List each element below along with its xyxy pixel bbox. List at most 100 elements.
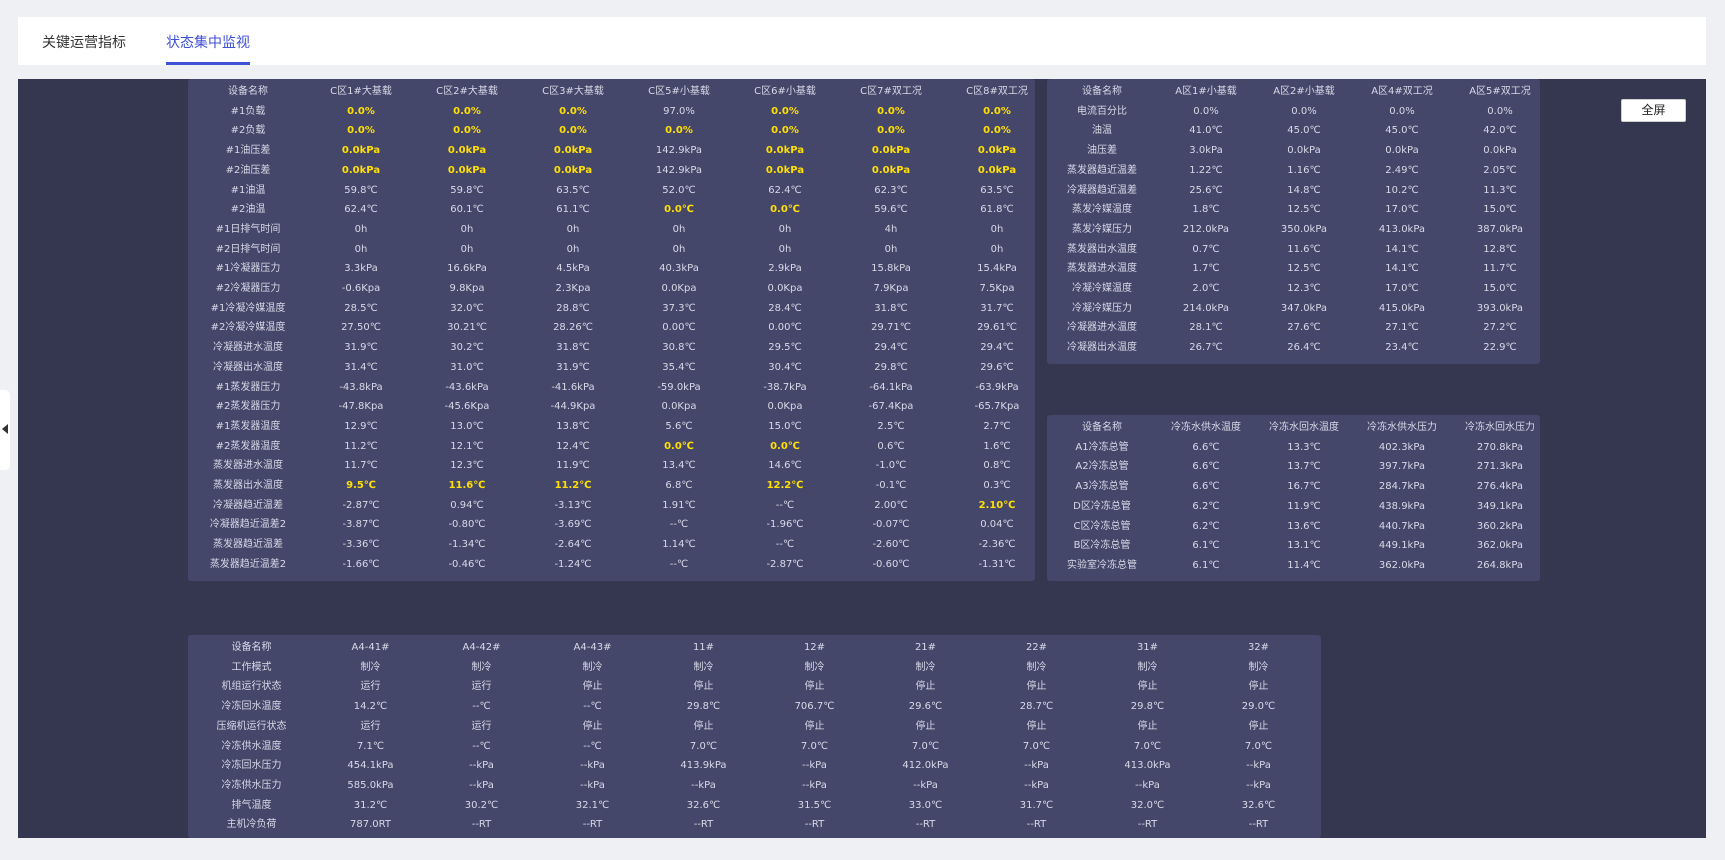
table-cell: 10.2℃ xyxy=(1385,184,1419,196)
table-cell: --kPa xyxy=(580,779,605,791)
table-cell: 415.0kPa xyxy=(1378,302,1426,314)
table-cell: 12.8℃ xyxy=(1483,243,1517,255)
table-cell: -2.36℃ xyxy=(978,539,1016,551)
table-cell: 制冷 xyxy=(1137,661,1158,673)
table-cell: 0.0kPa xyxy=(553,164,593,176)
table-cell: 0.0kPa xyxy=(553,145,593,157)
table-cell: 0.0Kpa xyxy=(661,401,697,413)
row-label: 油压差 xyxy=(1087,145,1117,157)
column-header: C区7#双工况 xyxy=(860,86,922,97)
table-cell: 0.0% xyxy=(1193,105,1219,117)
table-cell: 制冷 xyxy=(1248,661,1269,673)
caret-left-icon xyxy=(2,424,8,434)
table-cell: 214.0kPa xyxy=(1182,302,1230,314)
table-cell: 12.5℃ xyxy=(1287,263,1321,275)
table-cell: 62.4℃ xyxy=(344,204,378,216)
table-cell: 28.5℃ xyxy=(344,302,378,314)
column-header: 冷冻水回水压力 xyxy=(1465,422,1535,433)
table-cell: -0.60℃ xyxy=(872,558,910,570)
table-cell: 6.6℃ xyxy=(1192,481,1220,493)
table-row: 冷凝冷媒温度 2.0℃ 12.3℃ 17.0℃ 15.0℃ xyxy=(1047,279,1549,299)
table-cell: 停止 xyxy=(1248,720,1269,732)
table-cell: 22.9℃ xyxy=(1483,342,1517,354)
row-label: 排气温度 xyxy=(231,799,272,811)
row-label: 冷冻供水温度 xyxy=(221,740,282,752)
row-label: 蒸发器趋近温差 xyxy=(213,539,283,551)
table-cell: 12.2℃ xyxy=(766,480,804,492)
table-cell: 2.00℃ xyxy=(874,499,908,511)
row-label: #1蒸发器压力 xyxy=(215,381,281,393)
column-header: 冷冻水供水压力 xyxy=(1367,422,1437,433)
table-cell: 0.6℃ xyxy=(877,440,905,452)
table-cell: 6.8℃ xyxy=(665,480,693,492)
table-cell: 60.1℃ xyxy=(450,204,484,216)
tab-key-metrics[interactable]: 关键运营指标 xyxy=(42,32,126,52)
table-cell: 制冷 xyxy=(360,661,381,673)
table-row: 冷凝器进水温度 31.9℃ 30.2℃ 31.8℃ 30.8℃ 29.5℃ 29.4℃ 29.… xyxy=(188,338,1050,358)
table-cell: --RT xyxy=(582,819,603,831)
row-label: 冷冻回水压力 xyxy=(221,760,282,772)
tab-status-monitor[interactable]: 状态集中监视 xyxy=(166,32,250,52)
row-label: #1蒸发器温度 xyxy=(215,420,281,432)
table-cell: 32.0℃ xyxy=(450,302,484,314)
table-cell: 制冷 xyxy=(804,661,825,673)
table-cell: -0.80℃ xyxy=(448,519,486,531)
table-cell: 28.7℃ xyxy=(1019,701,1054,713)
table-cell: 0.0% xyxy=(559,125,587,137)
table-cell: 停止 xyxy=(582,720,603,732)
table-cell: -0.1℃ xyxy=(875,480,907,492)
table-cell: 0.0kPa xyxy=(765,164,805,176)
table-cell: 11.3℃ xyxy=(1483,184,1517,196)
table-cell: 0.7℃ xyxy=(1192,243,1220,255)
table-cell: 17.0℃ xyxy=(1385,204,1419,216)
a-zone-chiller-panel: 设备名称 A区1#小基载 A区2#小基载 A区4#双工况 A区5#双工况 电流百分比 0.0… xyxy=(1047,79,1540,364)
row-label: 冷凝器进水温度 xyxy=(213,342,283,354)
table-cell: 3.3kPa xyxy=(344,263,378,275)
table-cell: -2.64℃ xyxy=(554,539,592,551)
table-cell: 13.0℃ xyxy=(450,420,484,432)
column-header: 冷冻水供水温度 xyxy=(1171,422,1241,433)
table-cell: 2.10℃ xyxy=(978,499,1016,511)
row-label: #2蒸发器温度 xyxy=(215,440,281,452)
table-cell: 0.8℃ xyxy=(983,460,1011,472)
table-cell: 0.0% xyxy=(1389,105,1415,117)
sidebar-toggle[interactable] xyxy=(0,390,10,470)
row-label: 冷凝器趋近温差 xyxy=(213,499,283,511)
row-label: #2日排气时间 xyxy=(215,243,281,255)
table-row: 蒸发器进水温度 11.7℃ 12.3℃ 11.9℃ 13.4℃ 14.6℃ -1.0℃ 0.8… xyxy=(188,456,1050,476)
row-label: A2冷冻总管 xyxy=(1075,461,1129,473)
table-cell: 0h xyxy=(460,223,474,235)
table-cell: 0.0% xyxy=(983,125,1011,137)
fullscreen-button[interactable]: 全屏 xyxy=(1621,99,1686,122)
table-cell: 12.3℃ xyxy=(1287,283,1321,295)
table-cell: 0h xyxy=(566,223,580,235)
table-cell: 12.5℃ xyxy=(1287,204,1321,216)
table-row: #1油压差 0.0kPa 0.0kPa 0.0kPa 142.9kPa 0.0kPa 0.0… xyxy=(188,141,1050,161)
table-row: 电流百分比 0.0% 0.0% 0.0% 0.0% xyxy=(1047,102,1549,122)
table-row: 机组运行状态 运行 运行 停止 停止 停止 停止 停止 停止 停止 xyxy=(188,677,1314,697)
table-cell: 7.5Kpa xyxy=(979,283,1015,295)
table-cell: 347.0kPa xyxy=(1280,302,1328,314)
table-cell: 0.0% xyxy=(983,105,1011,117)
row-label: #2负载 xyxy=(230,125,266,137)
table-cell: 0.0kPa xyxy=(1287,145,1321,157)
table-cell: 30.4℃ xyxy=(768,361,802,373)
row-label: C区冷冻总管 xyxy=(1073,520,1131,532)
table-cell: -2.87℃ xyxy=(766,558,804,570)
row-label: #2油温 xyxy=(230,204,266,216)
table-cell: 0.0kPa xyxy=(977,145,1017,157)
table-cell: 16.7℃ xyxy=(1287,481,1321,493)
table-cell: 26.7℃ xyxy=(1189,342,1223,354)
table-cell: 0h xyxy=(778,243,792,255)
table-row: #1蒸发器温度 12.9℃ 13.0℃ 13.8℃ 5.6℃ 15.0℃ 2.5℃ 2.7℃ xyxy=(188,417,1050,437)
table-cell: 25.6℃ xyxy=(1189,184,1223,196)
table-cell: 14.1℃ xyxy=(1385,263,1419,275)
table-cell: --kPa xyxy=(802,760,827,772)
table-cell: 45.0℃ xyxy=(1287,125,1321,137)
table-cell: 29.8℃ xyxy=(1130,701,1165,713)
column-header: 设备名称 xyxy=(228,86,268,97)
table-row: 冷凝器出水温度 31.4℃ 31.0℃ 31.9℃ 35.4℃ 30.4℃ 29.8℃ 29.… xyxy=(188,358,1050,378)
table-cell: 387.0kPa xyxy=(1476,223,1524,235)
table-cell: 停止 xyxy=(1137,681,1158,693)
table-row: 蒸发器趋近温差 1.22℃ 1.16℃ 2.49℃ 2.05℃ xyxy=(1047,161,1549,181)
